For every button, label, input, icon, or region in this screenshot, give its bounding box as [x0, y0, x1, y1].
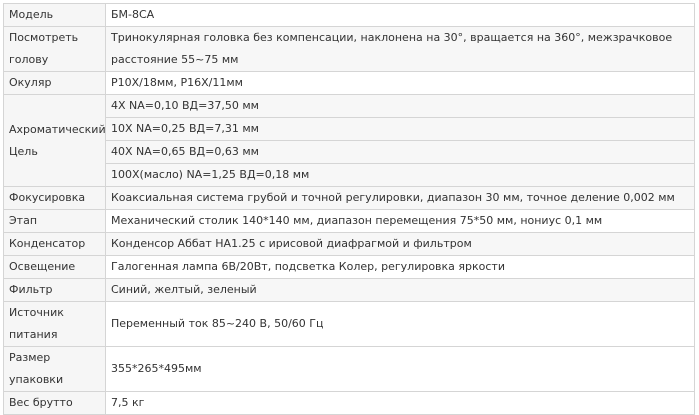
row-value: Синий, желтый, зеленый	[105, 278, 695, 302]
table-row: Ахроматический Цель 4X NA=0,10 ВД=37,50 …	[3, 94, 695, 187]
table-row: Посмотреть голову Тринокулярная головка …	[3, 26, 695, 72]
row-label: Модель	[3, 3, 106, 27]
row-label: Фильтр	[3, 278, 106, 302]
table-row: 40X NA=0,65 ВД=0,63 мм	[4, 140, 695, 164]
row-label: Окуляр	[3, 71, 106, 95]
objective-value: 100X(масло) NA=1,25 ВД=0,18 мм	[105, 163, 695, 187]
table-row: Размер упаковки 355*265*495мм	[3, 346, 695, 392]
table-row: 10X NA=0,25 ВД=7,31 мм	[4, 117, 695, 141]
row-label: Этап	[3, 209, 106, 233]
row-value: 355*265*495мм	[105, 346, 695, 392]
table-row: Освещение Галогенная лампа 6В/20Вт, подс…	[3, 255, 695, 279]
objective-value: 4X NA=0,10 ВД=37,50 мм	[105, 94, 695, 118]
row-value: Переменный ток 85~240 В, 50/60 Гц	[105, 301, 695, 347]
row-label: Размер упаковки	[3, 346, 106, 392]
row-label: Вес брутто	[3, 391, 106, 415]
row-value: Коаксиальная система грубой и точной рег…	[105, 186, 695, 210]
table-row: 100X(масло) NA=1,25 ВД=0,18 мм	[4, 163, 695, 187]
table-row: Вес брутто 7,5 кг	[3, 391, 695, 415]
table-row: Конденсатор Конденсор Аббат НА1.25 с ири…	[3, 232, 695, 256]
row-value: Механический столик 140*140 мм, диапазон…	[105, 209, 695, 233]
row-label: Источник питания	[3, 301, 106, 347]
row-value: 7,5 кг	[105, 391, 695, 415]
table-row: Фильтр Синий, желтый, зеленый	[3, 278, 695, 302]
row-label: Освещение	[3, 255, 106, 279]
table-row: Окуляр P10X/18мм, P16X/11мм	[3, 71, 695, 95]
objective-value: 40X NA=0,65 ВД=0,63 мм	[105, 140, 695, 164]
row-label: Посмотреть голову	[3, 26, 106, 72]
table-row: Фокусировка Коаксиальная система грубой …	[3, 186, 695, 210]
row-value: Конденсор Аббат НА1.25 с ирисовой диафра…	[105, 232, 695, 256]
row-value: P10X/18мм, P16X/11мм	[105, 71, 695, 95]
spec-table: Модель БМ-8СА Посмотреть голову Тринокул…	[3, 3, 695, 415]
row-value: Тринокулярная головка без компенсации, н…	[105, 26, 695, 72]
table-row: Модель БМ-8СА	[3, 3, 695, 27]
row-value: Галогенная лампа 6В/20Вт, подсветка Коле…	[105, 255, 695, 279]
table-row: Этап Механический столик 140*140 мм, диа…	[3, 209, 695, 233]
row-label: Ахроматический Цель	[3, 94, 106, 187]
row-label: Конденсатор	[3, 232, 106, 256]
row-value: БМ-8СА	[105, 3, 695, 27]
row-label: Фокусировка	[3, 186, 106, 210]
table-row: Источник питания Переменный ток 85~240 В…	[3, 301, 695, 347]
objective-value: 10X NA=0,25 ВД=7,31 мм	[105, 117, 695, 141]
